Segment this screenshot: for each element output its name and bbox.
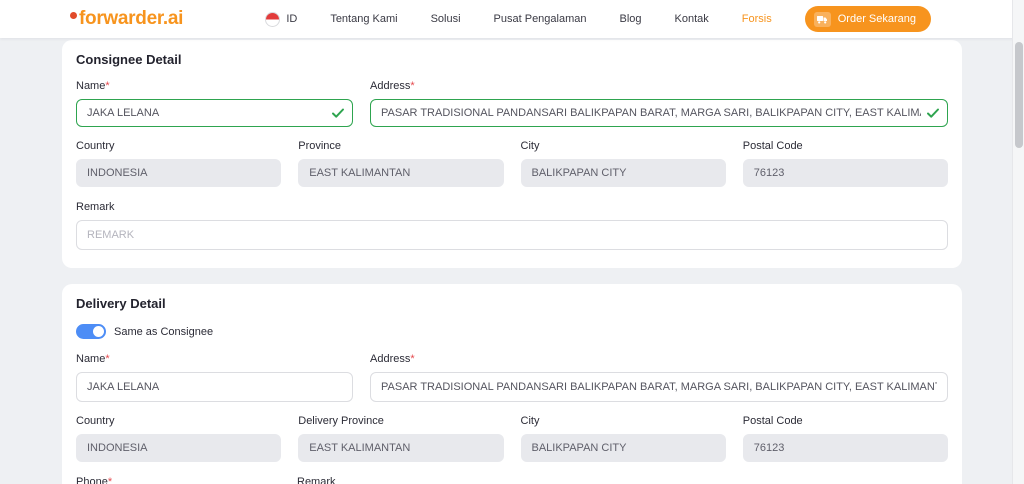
delivery-province-input: [298, 434, 504, 462]
required-asterisk: *: [410, 353, 415, 365]
consignee-postal-code-label: Postal Code: [742, 140, 803, 152]
order-button-label: Order Sekarang: [837, 13, 916, 25]
toggle-knob: [93, 326, 104, 337]
order-sekarang-button[interactable]: Order Sekarang: [804, 6, 931, 32]
delivery-phone-label: Phone*: [76, 476, 280, 484]
delivery-name-input[interactable]: [76, 372, 353, 402]
consignee-country-input: [76, 159, 282, 187]
delivery-country-input: [76, 434, 282, 462]
required-asterisk: *: [410, 80, 415, 92]
logo-text: forwarder.ai: [79, 8, 184, 29]
consignee-name-label: Name*: [76, 80, 110, 92]
same-as-consignee-toggle[interactable]: [76, 324, 106, 339]
consignee-postal-code-input: [742, 159, 948, 187]
same-as-consignee-row: Same as Consignee: [76, 324, 948, 339]
main-nav: ID Tentang Kami Solusi Pusat Pengalaman …: [265, 6, 931, 32]
truck-icon: [813, 11, 831, 27]
consignee-section-title: Consignee Detail: [76, 52, 182, 67]
delivery-province-label: Delivery Province: [298, 415, 384, 427]
consignee-province-input: [298, 159, 504, 187]
delivery-section-title: Delivery Detail: [76, 296, 166, 311]
required-asterisk: *: [107, 476, 113, 484]
consignee-city-input: [520, 159, 726, 187]
nav-item-kontak[interactable]: Kontak: [675, 13, 709, 25]
consignee-card: Consignee Detail Name* Address* Country: [62, 40, 962, 268]
scrollbar-thumb[interactable]: [1015, 42, 1023, 148]
consignee-remark-label: Remark: [76, 201, 115, 213]
consignee-province-label: Province: [298, 140, 342, 152]
delivery-address-input[interactable]: [370, 372, 948, 402]
delivery-remark-label: Remark: [297, 476, 336, 484]
consignee-address-label: Address*: [370, 80, 415, 92]
logo-dot-icon: [70, 11, 77, 19]
required-asterisk: *: [105, 353, 110, 365]
consignee-city-label: City: [520, 140, 540, 152]
delivery-name-label: Name*: [76, 353, 110, 365]
delivery-country-label: Country: [76, 415, 115, 427]
required-asterisk: *: [105, 80, 110, 92]
consignee-remark-input[interactable]: [76, 220, 948, 250]
indonesia-flag-icon: [265, 11, 281, 27]
nav-item-forsis[interactable]: Forsis: [742, 13, 772, 25]
nav-item-blog[interactable]: Blog: [620, 13, 642, 25]
delivery-postal-code-label: Postal Code: [742, 415, 803, 427]
consignee-name-input[interactable]: [76, 99, 353, 127]
nav-item-pusat-pengalaman[interactable]: Pusat Pengalaman: [494, 13, 587, 25]
delivery-card: Delivery Detail Same as Consignee Name* …: [62, 284, 962, 484]
language-code: ID: [286, 13, 298, 25]
main-content: Consignee Detail Name* Address* Country: [0, 38, 1024, 484]
nav-item-tentang-kami[interactable]: Tentang Kami: [330, 13, 397, 25]
language-selector[interactable]: ID: [265, 11, 298, 27]
same-as-consignee-label: Same as Consignee: [114, 325, 214, 338]
nav-item-solusi[interactable]: Solusi: [431, 13, 461, 25]
logo[interactable]: forwarder.ai: [70, 8, 183, 30]
consignee-address-input[interactable]: [370, 99, 948, 127]
consignee-country-label: Country: [76, 140, 115, 152]
delivery-postal-code-input: [742, 434, 948, 462]
delivery-address-label: Address*: [370, 353, 415, 365]
delivery-city-label: City: [520, 415, 540, 427]
vertical-scrollbar[interactable]: [1012, 0, 1024, 484]
app-header: forwarder.ai ID Tentang Kami Solusi Pusa…: [0, 0, 1024, 38]
delivery-city-input: [520, 434, 726, 462]
